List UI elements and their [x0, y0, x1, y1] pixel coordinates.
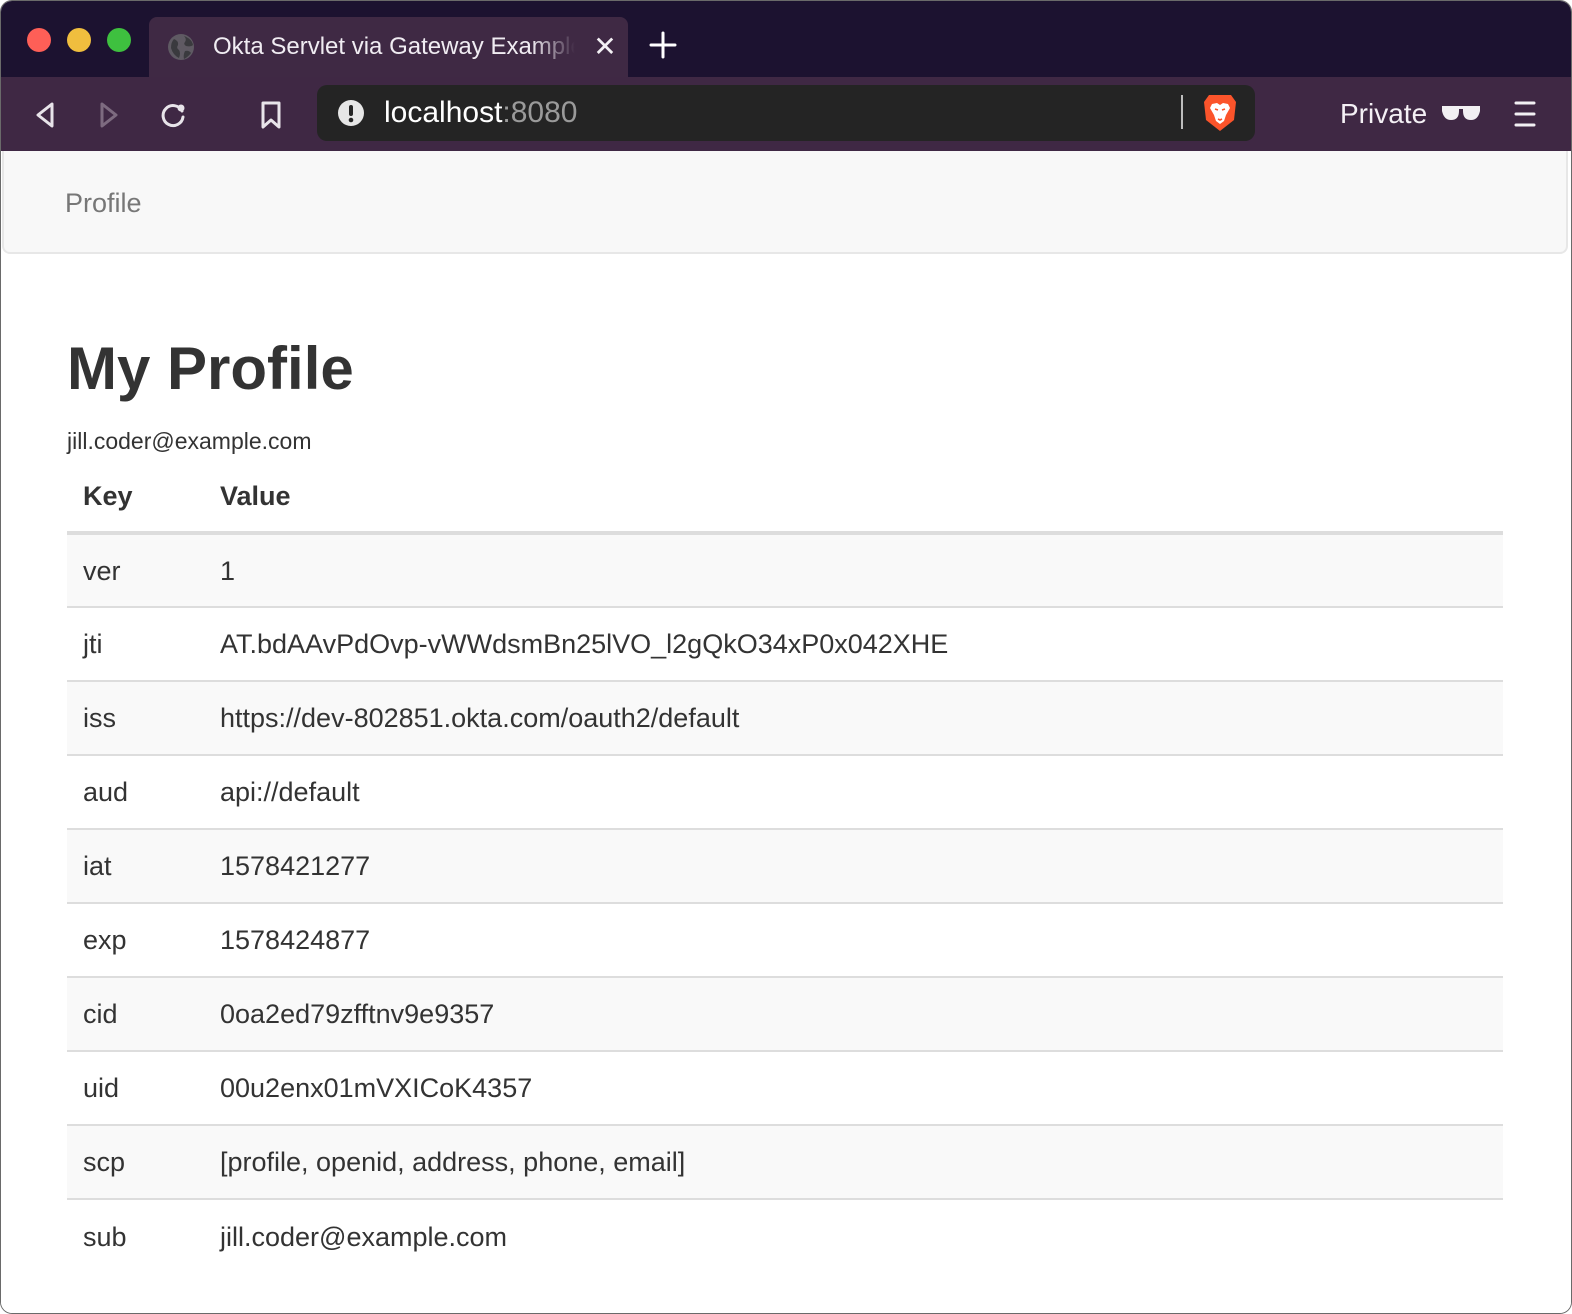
brave-shields-icon[interactable]: [1203, 93, 1237, 133]
url-text[interactable]: localhost:8080: [384, 98, 577, 128]
claim-value: 1578424877: [204, 902, 1503, 977]
claim-value: https://dev-802851.okta.com/oauth2/defau…: [204, 680, 1503, 755]
column-header-key: Key: [67, 461, 204, 535]
info-icon[interactable]: [337, 99, 365, 127]
claim-key: ver: [83, 555, 121, 586]
table-row: cid 0oa2ed79zfftnv9e9357: [67, 976, 1503, 1051]
table-header-row: Key Value: [67, 461, 1503, 535]
address-bar[interactable]: localhost:8080: [317, 85, 1255, 141]
user-email: jill.coder@example.com: [67, 428, 312, 454]
table-row: sub jill.coder@example.com: [67, 1198, 1503, 1273]
claim-value: api://default: [204, 754, 1503, 829]
tab-strip: Okta Servlet via Gateway Example ✕: [1, 1, 1571, 77]
tab-active[interactable]: Okta Servlet via Gateway Example ✕: [149, 17, 628, 77]
globe-icon: [168, 34, 194, 60]
sunglasses-icon: [1442, 106, 1480, 120]
claim-key: cid: [67, 976, 204, 1051]
bookmark-icon: [261, 101, 281, 129]
url-port: :8080: [502, 96, 578, 129]
claims-table: Key Value ver 1 jti AT.bdAAvPdOvp-vWWdsm…: [67, 461, 1503, 1273]
url-separator: [1181, 95, 1183, 129]
claim-value: 1578421277: [204, 828, 1503, 903]
column-header-value: Value: [204, 461, 1503, 535]
page-content: Profile My Profile jill.coder@example.co…: [1, 151, 1571, 1313]
forward-icon: [100, 102, 118, 128]
table-row: aud api://default: [67, 754, 1503, 829]
plus-icon[interactable]: [647, 29, 679, 61]
claim-value: 1: [220, 555, 236, 586]
hamburger-menu-icon[interactable]: [1513, 97, 1537, 131]
claim-value: 0oa2ed79zfftnv9e9357: [204, 976, 1503, 1051]
private-window-label: Private: [1340, 98, 1428, 129]
page-title: My Profile: [67, 335, 354, 402]
table-row: uid 00u2enx01mVXICoK4357: [67, 1050, 1503, 1125]
close-icon[interactable]: ✕: [591, 33, 619, 61]
claim-value: AT.bdAAvPdOvp-vWWdsmBn25lVO_l2gQkO34xP0x…: [204, 606, 1503, 681]
table-row: scp [profile, openid, address, phone, em…: [67, 1124, 1503, 1199]
navbar: Profile: [2, 151, 1568, 254]
table-row: iss https://dev-802851.okta.com/oauth2/d…: [67, 680, 1503, 755]
claim-key: jti: [67, 606, 204, 681]
close-window-button[interactable]: [27, 28, 51, 52]
claim-key: iat: [67, 828, 204, 903]
claim-key: uid: [67, 1050, 204, 1125]
back-icon: [36, 102, 54, 128]
claim-key: aud: [67, 754, 204, 829]
navbar-brand-profile[interactable]: Profile: [65, 187, 142, 219]
back-button[interactable]: [27, 97, 63, 133]
bookmark-button[interactable]: [253, 97, 289, 133]
browser-window: Okta Servlet via Gateway Example ✕ local…: [0, 0, 1572, 1314]
table-row: jti AT.bdAAvPdOvp-vWWdsmBn25lVO_l2gQkO34…: [67, 606, 1503, 681]
claim-value: 00u2enx01mVXICoK4357: [204, 1050, 1503, 1125]
claim-key: sub: [67, 1198, 204, 1273]
table-row: ver 1: [67, 533, 1503, 607]
browser-toolbar: localhost:8080 Private: [1, 77, 1571, 151]
tab-title: Okta Servlet via Gateway Example: [213, 33, 575, 60]
forward-button[interactable]: [91, 97, 127, 133]
claim-key: scp: [67, 1124, 204, 1199]
table-row: exp 1578424877: [67, 902, 1503, 977]
reload-button[interactable]: [155, 97, 191, 133]
reload-icon: [161, 104, 185, 127]
minimize-window-button[interactable]: [67, 28, 91, 52]
zoom-window-button[interactable]: [107, 28, 131, 52]
claim-value: [profile, openid, address, phone, email]: [204, 1124, 1503, 1199]
table-row: iat 1578421277: [67, 828, 1503, 903]
url-host: localhost: [384, 96, 503, 129]
claim-value: jill.coder@example.com: [204, 1198, 1503, 1273]
claim-key: exp: [67, 902, 204, 977]
claim-key: iss: [67, 680, 204, 755]
